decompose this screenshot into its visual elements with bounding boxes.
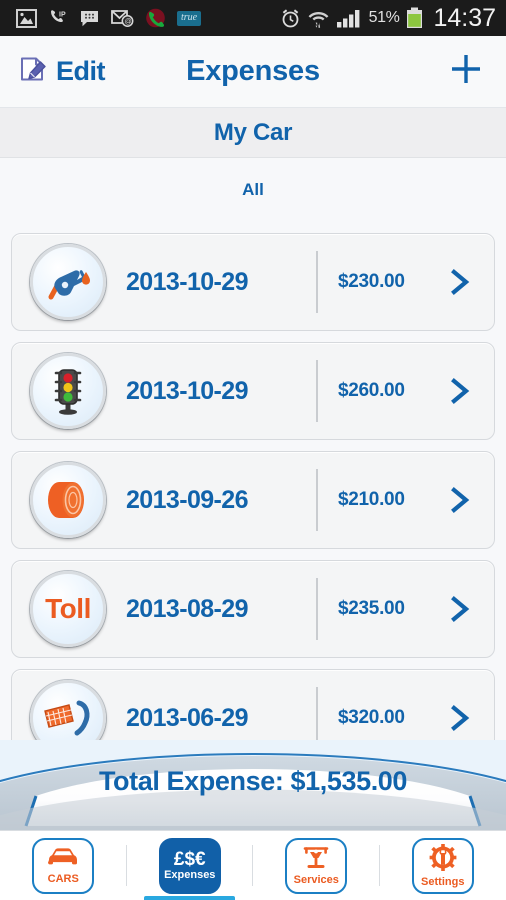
plus-icon [446, 49, 486, 94]
gallery-icon [16, 8, 37, 28]
svg-text:@: @ [125, 19, 132, 26]
car-icon [46, 846, 80, 873]
tab-cars-box: CARS [32, 837, 95, 894]
toll-icon: Toll [30, 571, 106, 647]
expense-date: 2013-06-29 [126, 703, 248, 732]
tab-cars-label: CARS [47, 873, 79, 885]
car-name-label: My Car [213, 118, 293, 146]
chevron-right-icon[interactable] [440, 594, 480, 624]
status-clock: 14:37 [433, 3, 496, 32]
tab-cars[interactable]: CARS [0, 831, 127, 900]
tab-services[interactable]: Services [253, 831, 380, 900]
chevron-right-icon[interactable] [440, 703, 480, 733]
filter-bar[interactable]: All [0, 158, 506, 221]
tab-active-underline [144, 896, 236, 900]
battery-percent-label: 51% [368, 9, 400, 26]
currency-icon: £$€ [173, 849, 206, 870]
expense-amount: $210.00 [338, 489, 405, 510]
app-root: IP @ true 51% 14:37 Edit Expenses My Car… [0, 0, 506, 900]
row-divider [316, 469, 318, 531]
cell-signal-icon [336, 8, 362, 28]
total-expense-label: Total Expense: $1,535.00 [98, 766, 408, 796]
row-divider [316, 251, 318, 313]
chevron-right-icon[interactable] [440, 267, 480, 297]
table-row[interactable]: 2013-09-26 $210.00 [11, 451, 495, 549]
expense-date: 2013-09-26 [126, 485, 248, 514]
tab-settings-label: Settings [421, 875, 465, 888]
tab-services-box: Services [285, 837, 348, 894]
battery-icon [406, 7, 423, 29]
total-expense-banner: Total Expense: $1,535.00 [0, 740, 506, 830]
add-expense-button[interactable] [444, 50, 488, 94]
fuel-pump-icon [30, 244, 106, 320]
bottom-tab-bar: CARS £$€ Expenses Services Settings [0, 830, 506, 900]
tire-icon [30, 462, 106, 538]
car-lift-icon [301, 845, 331, 874]
true-app-icon: true [177, 10, 202, 26]
alarm-clock-icon [280, 8, 301, 29]
expense-amount: $320.00 [338, 707, 405, 728]
expense-amount: $260.00 [338, 380, 405, 401]
row-divider [316, 687, 318, 744]
chevron-right-icon[interactable] [440, 485, 480, 515]
missed-call-icon [145, 8, 166, 28]
status-bar: IP @ true 51% 14:37 [0, 0, 506, 36]
tab-expenses[interactable]: £$€ Expenses [127, 831, 253, 900]
tab-settings[interactable]: Settings [380, 831, 506, 900]
row-divider [316, 360, 318, 422]
traffic-light-icon [30, 353, 106, 429]
edit-button[interactable]: Edit [18, 54, 106, 89]
svg-text:IP: IP [59, 12, 66, 19]
bbm-message-icon [79, 9, 100, 28]
nav-bar: Edit Expenses [0, 36, 506, 108]
table-row[interactable]: Toll 2013-08-29 $235.00 [11, 560, 495, 658]
toll-icon-label: Toll [45, 593, 91, 624]
status-bar-right-icons: 51% 14:37 [280, 3, 496, 32]
note-pencil-icon [18, 54, 48, 89]
status-bar-left-icons: IP @ true [16, 8, 280, 28]
table-row[interactable]: 2013-06-29 $320.00 [11, 669, 495, 744]
wifi-signal-icon [308, 8, 329, 28]
chevron-right-icon[interactable] [440, 376, 480, 406]
table-row[interactable]: 2013-10-29 $230.00 [11, 233, 495, 331]
tab-settings-box: Settings [411, 837, 474, 894]
tab-expenses-box: £$€ Expenses [158, 837, 221, 894]
edit-button-label: Edit [56, 56, 106, 86]
gear-wrench-icon [429, 843, 457, 876]
row-divider [316, 578, 318, 640]
tab-services-label: Services [293, 874, 339, 886]
voip-phone-icon: IP [48, 8, 68, 28]
email-at-icon: @ [111, 9, 134, 27]
filter-label: All [242, 179, 264, 199]
expense-date: 2013-08-29 [126, 594, 248, 623]
table-row[interactable]: 2013-10-29 $260.00 [11, 342, 495, 440]
expense-amount: $235.00 [338, 598, 405, 619]
expense-amount: $230.00 [338, 271, 405, 292]
expense-date: 2013-10-29 [126, 376, 248, 405]
expense-date: 2013-10-29 [126, 267, 248, 296]
expenses-list[interactable]: 2013-10-29 $230.00 2013-10-29 $260.00 20… [0, 221, 506, 744]
tab-expenses-label: Expenses [164, 869, 216, 881]
ticket-icon [30, 680, 106, 744]
car-subheader[interactable]: My Car [0, 108, 506, 158]
